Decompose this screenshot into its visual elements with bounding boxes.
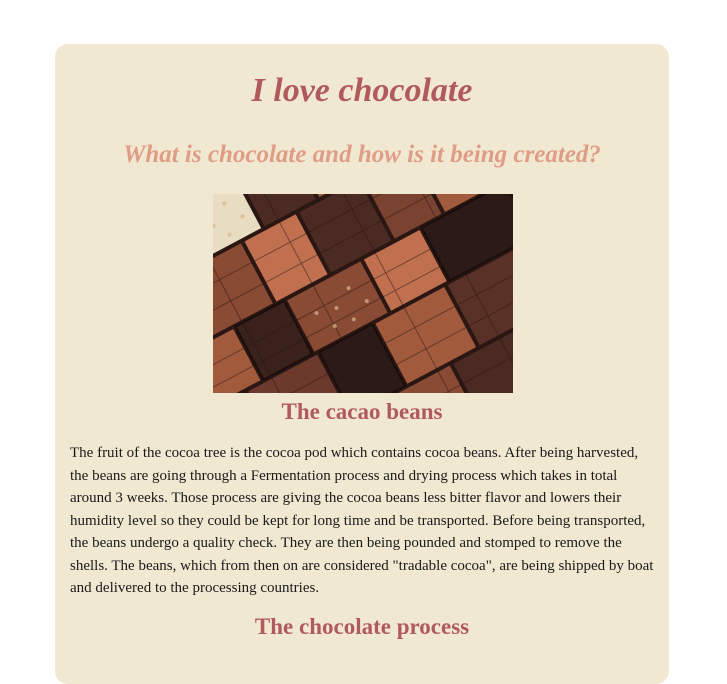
page-subtitle: What is chocolate and how is it being cr…	[123, 141, 601, 168]
section-heading-chocolate-process: The chocolate process	[254, 614, 470, 639]
page-title: I love chocolate	[251, 72, 473, 109]
content-card: I love chocolate What is chocolate and h…	[55, 44, 669, 684]
chocolate-image	[213, 194, 513, 393]
section-body-cacao-beans: The fruit of the cocoa tree is the cocoa…	[70, 445, 654, 596]
section-heading-cacao-beans: The cacao beans	[281, 399, 443, 424]
